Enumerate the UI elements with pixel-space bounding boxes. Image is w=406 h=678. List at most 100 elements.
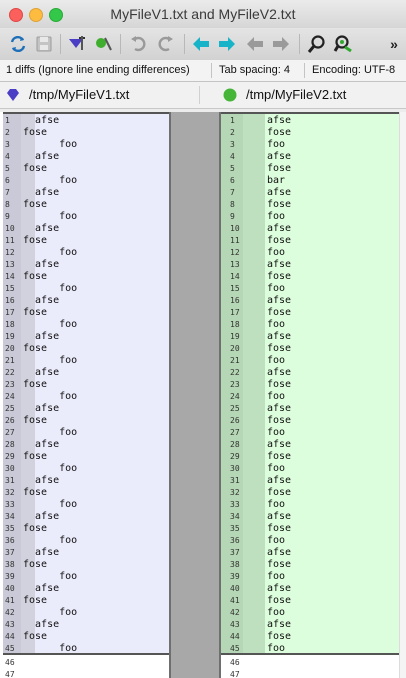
left-line[interactable]: 47 bbox=[3, 669, 169, 678]
right-line[interactable]: 9 foo bbox=[221, 211, 406, 223]
right-line[interactable]: 38 fose bbox=[221, 559, 406, 571]
left-line[interactable]: 15 foo bbox=[3, 283, 169, 295]
left-line[interactable]: 9 foo bbox=[3, 211, 169, 223]
left-line[interactable]: 42 foo bbox=[3, 607, 169, 619]
left-line[interactable]: 22 afse bbox=[3, 367, 169, 379]
left-line[interactable]: 25 afse bbox=[3, 403, 169, 415]
left-line[interactable]: 14 fose bbox=[3, 271, 169, 283]
right-line[interactable]: 40 afse bbox=[221, 583, 406, 595]
right-line[interactable]: 5 fose bbox=[221, 163, 406, 175]
left-line[interactable]: 44 fose bbox=[3, 631, 169, 643]
right-line[interactable]: 4 afse bbox=[221, 151, 406, 163]
next-diff-icon[interactable] bbox=[269, 32, 293, 56]
left-line[interactable]: 30 foo bbox=[3, 463, 169, 475]
left-line[interactable]: 46 bbox=[3, 657, 169, 669]
right-line[interactable]: 46 bbox=[221, 657, 406, 669]
right-line[interactable]: 22 afse bbox=[221, 367, 406, 379]
refresh-icon[interactable] bbox=[6, 32, 30, 56]
left-line[interactable]: 40 afse bbox=[3, 583, 169, 595]
right-line[interactable]: 7 afse bbox=[221, 187, 406, 199]
right-line[interactable]: 14 fose bbox=[221, 271, 406, 283]
left-line[interactable]: 17 fose bbox=[3, 307, 169, 319]
left-line[interactable]: 10 afse bbox=[3, 223, 169, 235]
left-line[interactable]: 36 foo bbox=[3, 535, 169, 547]
right-line[interactable]: 6 bar bbox=[221, 175, 406, 187]
left-line[interactable]: 8 fose bbox=[3, 199, 169, 211]
right-line[interactable]: 12 foo bbox=[221, 247, 406, 259]
right-line[interactable]: 17 fose bbox=[221, 307, 406, 319]
zoom-window-button[interactable] bbox=[49, 8, 63, 22]
left-line[interactable]: 28 afse bbox=[3, 439, 169, 451]
left-line[interactable]: 43 afse bbox=[3, 619, 169, 631]
right-file-path[interactable]: /tmp/MyFileV2.txt bbox=[246, 82, 346, 108]
right-line[interactable]: 15 foo bbox=[221, 283, 406, 295]
right-line[interactable]: 10 afse bbox=[221, 223, 406, 235]
left-line[interactable]: 26 fose bbox=[3, 415, 169, 427]
vertical-scrollbar[interactable] bbox=[399, 112, 406, 678]
left-line[interactable]: 4 afse bbox=[3, 151, 169, 163]
right-line[interactable]: 21 foo bbox=[221, 355, 406, 367]
left-file-pane[interactable]: 1 afse 2 fose 3 foo 4 afse 5 fose 6 foo 7 afse 8 f… bbox=[3, 112, 169, 678]
right-line[interactable]: 47 bbox=[221, 669, 406, 678]
left-line[interactable]: 16 afse bbox=[3, 295, 169, 307]
right-line[interactable]: 24 foo bbox=[221, 391, 406, 403]
right-line[interactable]: 33 foo bbox=[221, 499, 406, 511]
search-icon[interactable] bbox=[305, 32, 329, 56]
left-file-path[interactable]: /tmp/MyFileV1.txt bbox=[29, 82, 129, 108]
close-window-button[interactable] bbox=[9, 8, 23, 22]
right-line[interactable]: 32 fose bbox=[221, 487, 406, 499]
right-line[interactable]: 13 afse bbox=[221, 259, 406, 271]
encoding-status[interactable]: Encoding: UTF-8 bbox=[312, 60, 395, 81]
redo-icon[interactable] bbox=[154, 32, 178, 56]
right-line[interactable]: 36 foo bbox=[221, 535, 406, 547]
right-line[interactable]: 42 foo bbox=[221, 607, 406, 619]
right-line[interactable]: 29 fose bbox=[221, 451, 406, 463]
right-line[interactable]: 31 afse bbox=[221, 475, 406, 487]
right-file-pane[interactable]: 1 afse 2 fose 3 foo 4 afse 5 fose 6 bar 7 afse 8 fose 9 f… bbox=[221, 112, 406, 678]
previous-diff-icon[interactable] bbox=[243, 32, 267, 56]
right-line[interactable]: 16 afse bbox=[221, 295, 406, 307]
right-line[interactable]: 44 fose bbox=[221, 631, 406, 643]
right-line[interactable]: 45 foo bbox=[221, 643, 406, 655]
left-line[interactable]: 12 foo bbox=[3, 247, 169, 259]
left-line[interactable]: 6 foo bbox=[3, 175, 169, 187]
left-line[interactable]: 5 fose bbox=[3, 163, 169, 175]
left-line[interactable]: 34 afse bbox=[3, 511, 169, 523]
next-conflict-icon[interactable] bbox=[91, 32, 115, 56]
right-line[interactable]: 37 afse bbox=[221, 547, 406, 559]
left-line[interactable]: 2 fose bbox=[3, 127, 169, 139]
left-line[interactable]: 11 fose bbox=[3, 235, 169, 247]
search-replace-icon[interactable] bbox=[331, 32, 355, 56]
left-line[interactable]: 35 fose bbox=[3, 523, 169, 535]
left-line[interactable]: 7 afse bbox=[3, 187, 169, 199]
right-line[interactable]: 8 fose bbox=[221, 199, 406, 211]
right-line[interactable]: 39 foo bbox=[221, 571, 406, 583]
left-line[interactable]: 20 fose bbox=[3, 343, 169, 355]
left-line[interactable]: 27 foo bbox=[3, 427, 169, 439]
left-line[interactable]: 45 foo bbox=[3, 643, 169, 655]
undo-icon[interactable] bbox=[126, 32, 150, 56]
right-line[interactable]: 18 foo bbox=[221, 319, 406, 331]
left-line[interactable]: 32 fose bbox=[3, 487, 169, 499]
right-line[interactable]: 27 foo bbox=[221, 427, 406, 439]
left-line[interactable]: 24 foo bbox=[3, 391, 169, 403]
right-line[interactable]: 25 afse bbox=[221, 403, 406, 415]
left-line[interactable]: 23 fose bbox=[3, 379, 169, 391]
left-line[interactable]: 29 fose bbox=[3, 451, 169, 463]
left-line[interactable]: 18 foo bbox=[3, 319, 169, 331]
right-line[interactable]: 1 afse bbox=[221, 115, 406, 127]
right-line[interactable]: 41 fose bbox=[221, 595, 406, 607]
left-line[interactable]: 31 afse bbox=[3, 475, 169, 487]
left-line[interactable]: 38 fose bbox=[3, 559, 169, 571]
right-line[interactable]: 23 fose bbox=[221, 379, 406, 391]
copy-right-to-left-icon[interactable] bbox=[215, 32, 239, 56]
right-line[interactable]: 20 fose bbox=[221, 343, 406, 355]
right-line[interactable]: 34 afse bbox=[221, 511, 406, 523]
right-line[interactable]: 2 fose bbox=[221, 127, 406, 139]
right-line[interactable]: 11 fose bbox=[221, 235, 406, 247]
left-line[interactable]: 33 foo bbox=[3, 499, 169, 511]
right-line[interactable]: 35 fose bbox=[221, 523, 406, 535]
left-line[interactable]: 21 foo bbox=[3, 355, 169, 367]
left-line[interactable]: 37 afse bbox=[3, 547, 169, 559]
tab-spacing-status[interactable]: Tab spacing: 4 bbox=[219, 60, 290, 81]
